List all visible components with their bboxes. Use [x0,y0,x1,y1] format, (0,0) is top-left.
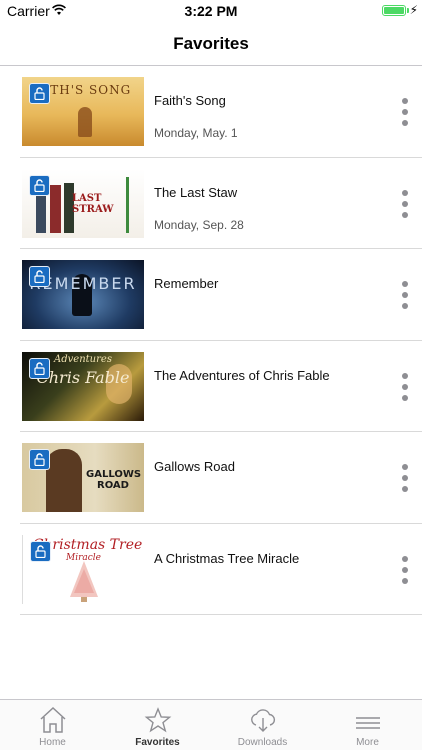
list-item[interactable]: AITH'S SONG Faith's Song Monday, May. 1 [0,66,422,158]
more-options-icon[interactable] [401,189,409,220]
lock-icon [29,174,50,196]
more-options-icon[interactable] [401,372,409,403]
navigation-bar: Favorites [0,22,422,66]
battery-icon [382,5,406,16]
item-title[interactable]: The Last Staw [154,185,237,200]
item-title[interactable]: Gallows Road [154,459,235,474]
thumbnail-gallows-road[interactable]: GALLOWS ROAD [22,443,144,512]
list-item[interactable]: GALLOWS ROAD Gallows Road [0,432,422,524]
item-title[interactable]: Faith's Song [154,93,226,108]
more-options-icon[interactable] [401,464,409,494]
item-date: Monday, Sep. 28 [154,217,244,232]
page-title: Favorites [173,34,249,53]
menu-icon [356,717,380,729]
thumbnail-chris-fable[interactable]: Adventures Chris Fable [22,351,144,421]
lock-icon [29,266,50,287]
list-item[interactable]: Adventures Chris Fable The Adventures of… [0,341,422,433]
item-title[interactable]: Remember [154,276,218,291]
status-time: 3:22 PM [184,3,238,19]
status-bar: Carrier 3:22 PM ⚡ [0,0,422,22]
lock-icon [30,540,51,562]
tree-illustration [70,560,98,602]
tab-favorites[interactable]: Favorites [105,700,210,750]
thumbnail-christmas-tree-miracle[interactable]: Christmas Tree Miracle [22,534,144,604]
item-date: Monday, May. 1 [154,126,238,140]
poster-title: LAST STRAW [72,192,114,215]
tab-bar: Home Favorites Downloads More [0,699,422,750]
item-title[interactable]: The Adventures of Chris Fable [154,368,330,383]
more-options-icon[interactable] [401,98,409,128]
tab-label: More [356,737,379,748]
thumbnail-last-straw[interactable]: LAST STRAW [22,168,144,238]
star-icon [144,707,172,733]
lock-icon [29,449,50,470]
tab-more[interactable]: More [315,700,420,750]
more-options-icon[interactable] [401,281,409,311]
tab-downloads[interactable]: Downloads [210,700,315,750]
charging-icon: ⚡ [409,3,418,17]
list-item[interactable]: LAST STRAW The Last Staw Monday, Sep. 28 [0,158,422,250]
item-title[interactable]: A Christmas Tree Miracle [154,551,299,566]
thumbnail-faiths-song[interactable]: AITH'S SONG [22,77,144,146]
thumbnail-remember[interactable]: REMEMBER [22,260,144,329]
cloud-download-icon [251,709,276,732]
lock-icon [29,83,50,104]
tab-label: Downloads [237,737,288,748]
poster-title: GALLOWS ROAD [86,469,142,491]
lock-icon [29,357,50,379]
home-icon [40,706,66,733]
favorites-list: AITH'S SONG Faith's Song Monday, May. 1 … [0,66,422,615]
list-item[interactable]: REMEMBER Remember [0,249,422,341]
tab-label: Favorites [135,737,180,748]
tab-label: Home [39,737,66,748]
more-options-icon[interactable] [401,555,409,586]
list-item[interactable]: Christmas Tree Miracle A Christmas Tree … [0,524,422,616]
tab-home[interactable]: Home [0,700,105,750]
